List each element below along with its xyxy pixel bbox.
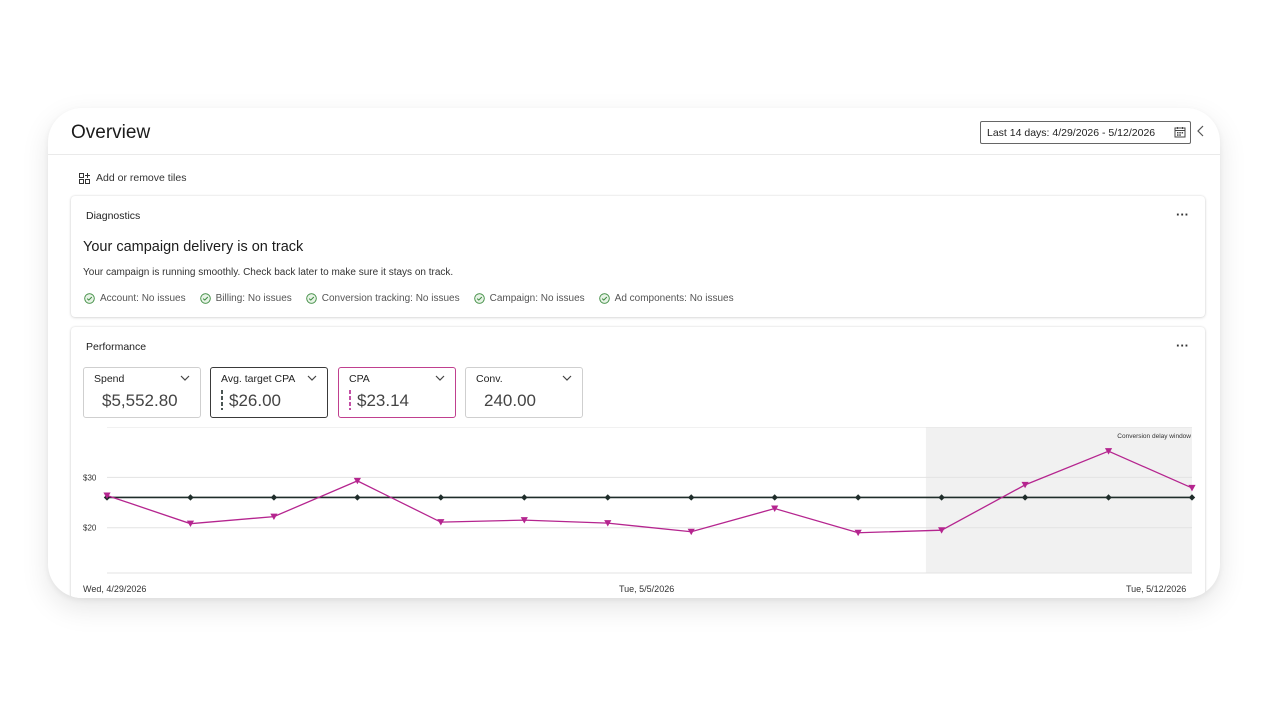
performance-more-button[interactable]: ··· — [1176, 338, 1189, 353]
page-title: Overview — [71, 122, 151, 143]
tiles-icon — [79, 172, 90, 184]
diagnostics-issue-list: Account: No issues Billing: No issues Co… — [84, 293, 734, 304]
issue-billing: Billing: No issues — [199, 293, 292, 304]
diagnostics-more-button[interactable]: ··· — [1176, 207, 1189, 222]
kpi-label: Conv. — [476, 373, 503, 385]
kpi-tile-spend[interactable]: Spend $5,552.80 — [83, 367, 201, 418]
shaded-region-label: Conversion delay window — [1117, 433, 1191, 440]
chevron-left-icon[interactable] — [1196, 125, 1206, 137]
chevron-down-icon — [435, 375, 445, 381]
issue-label: Account: No issues — [100, 293, 186, 304]
chevron-down-icon — [562, 375, 572, 381]
issue-label: Conversion tracking: No issues — [321, 293, 460, 304]
kpi-label: Spend — [94, 373, 125, 385]
page-header: Overview Last 14 days: 4/29/2026 - 5/12/… — [48, 108, 1220, 155]
check-circle-icon — [84, 293, 95, 304]
data-point-diamond — [771, 494, 778, 501]
chevron-down-icon — [180, 375, 190, 381]
data-point-diamond — [437, 494, 445, 501]
issue-label: Billing: No issues — [215, 293, 292, 304]
issue-label: Ad components: No issues — [614, 293, 734, 304]
data-point-diamond — [854, 494, 862, 501]
x-tick-label: Tue, 5/12/2026 — [1126, 584, 1187, 594]
data-point-diamond — [688, 494, 695, 501]
performance-title: Performance — [86, 341, 147, 353]
conversion-delay-region — [925, 427, 1192, 573]
kpi-value: $26.00 — [229, 391, 281, 410]
kpi-value: $23.14 — [357, 391, 409, 410]
diagnostics-title: Diagnostics — [86, 210, 141, 222]
calendar-icon — [1174, 127, 1186, 138]
x-tick-label: Tue, 5/5/2026 — [619, 584, 675, 594]
check-circle-icon — [598, 293, 610, 304]
issue-label: Campaign: No issues — [489, 293, 585, 304]
kpi-value: 240.00 — [484, 391, 536, 410]
y-tick-label: $20 — [83, 524, 97, 533]
y-tick-label: $30 — [83, 473, 97, 482]
chart-canvas: Conversion delay window $30 $20 — [83, 427, 1196, 574]
kpi-label: Avg. target CPA — [221, 373, 296, 385]
diagnostics-headline: Your campaign delivery is on track — [83, 239, 304, 255]
x-tick-label: Wed, 4/29/2026 — [83, 584, 147, 594]
diagnostics-subtext: Your campaign is running smoothly. Check… — [83, 267, 454, 278]
chevron-down-icon — [307, 375, 317, 381]
kpi-tile-avg-target-cpa[interactable]: Avg. target CPA $26.00 — [210, 367, 328, 418]
kpi-label: CPA — [349, 373, 370, 385]
date-range-picker[interactable]: Last 14 days: 4/29/2026 - 5/12/2026 — [980, 121, 1191, 144]
date-range-label: Last 14 days: 4/29/2026 - 5/12/2026 — [987, 127, 1156, 139]
issue-conversion-tracking: Conversion tracking: No issues — [306, 293, 460, 304]
app-window: Overview Last 14 days: 4/29/2026 - 5/12/… — [48, 108, 1220, 598]
kpi-tile-conversions[interactable]: Conv. 240.00 — [465, 367, 583, 418]
issue-ad-components: Ad components: No issues — [598, 293, 734, 304]
diagnostics-card: Diagnostics ··· Your campaign delivery i… — [71, 196, 1205, 317]
performance-chart: Conversion delay window $30 $20 Wed, 4/29/… — [71, 427, 1205, 598]
kpi-value: $5,552.80 — [102, 391, 178, 410]
data-point-diamond — [354, 494, 361, 501]
check-circle-icon — [473, 293, 485, 304]
data-point-diamond — [270, 494, 278, 501]
issue-campaign: Campaign: No issues — [473, 293, 585, 304]
data-point-diamond — [521, 494, 528, 501]
data-point-diamond — [187, 494, 194, 501]
performance-card: Performance ··· Spend $5,552.80 Avg. tar… — [71, 327, 1205, 598]
check-circle-icon — [306, 293, 317, 304]
add-tiles-label: Add or remove tiles — [96, 172, 187, 184]
data-point-triangle — [353, 477, 361, 485]
add-remove-tiles-button[interactable]: Add or remove tiles — [79, 172, 186, 184]
series-marker-pink — [349, 390, 351, 410]
data-point-diamond — [604, 494, 611, 501]
series-marker-dark — [221, 390, 223, 410]
kpi-tile-cpa[interactable]: CPA $23.14 — [338, 367, 456, 418]
check-circle-icon — [199, 293, 211, 304]
issue-account: Account: No issues — [84, 293, 186, 304]
